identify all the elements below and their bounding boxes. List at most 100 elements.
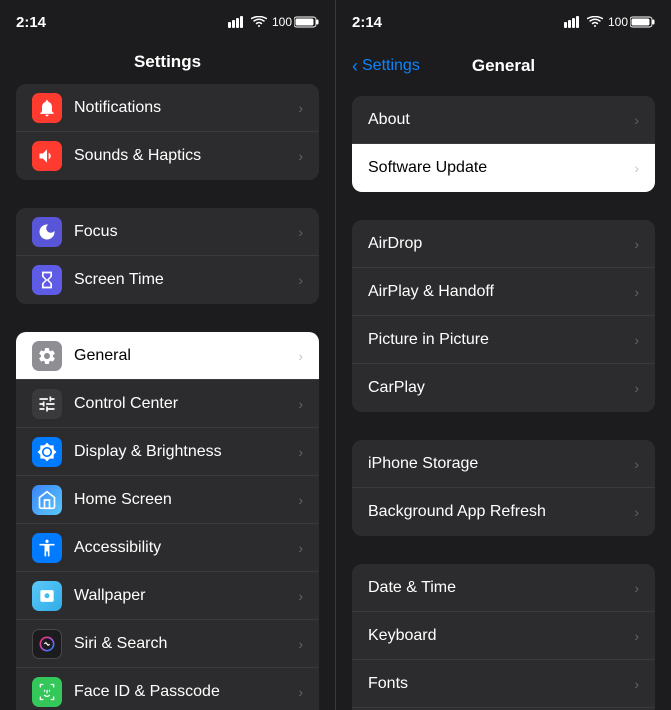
sidebar-item-notifications[interactable]: Notifications › (16, 84, 319, 132)
accessibility-icon (37, 538, 57, 558)
screen-time-chevron: › (298, 272, 303, 288)
right-item-carplay[interactable]: CarPlay › (352, 364, 655, 412)
right-settings-list: About › Software Update › AirDrop › AirP… (336, 88, 671, 710)
gear-icon (37, 346, 57, 366)
right-item-keyboard[interactable]: Keyboard › (352, 612, 655, 660)
accessibility-label: Accessibility (74, 539, 298, 557)
sounds-label: Sounds & Haptics (74, 147, 298, 165)
right-panel: 2:14 100 (335, 0, 671, 710)
siri-icon (37, 634, 57, 654)
screen-time-icon-wrap (32, 265, 62, 295)
wifi-icon (251, 16, 267, 28)
right-item-airdrop[interactable]: AirDrop › (352, 220, 655, 268)
right-item-airplay[interactable]: AirPlay & Handoff › (352, 268, 655, 316)
about-label: About (368, 111, 634, 129)
wallpaper-icon-wrap (32, 581, 62, 611)
wallpaper-chevron: › (298, 588, 303, 604)
sidebar-item-faceid[interactable]: Face ID & Passcode › (16, 668, 319, 710)
sound-icon (37, 146, 57, 166)
airdrop-label: AirDrop (368, 235, 634, 253)
pip-chevron: › (634, 332, 639, 348)
right-item-background-refresh[interactable]: Background App Refresh › (352, 488, 655, 536)
carplay-label: CarPlay (368, 379, 634, 397)
siri-label: Siri & Search (74, 635, 298, 653)
right-section-3: iPhone Storage › Background App Refresh … (352, 440, 655, 536)
left-status-bar: 2:14 100 (0, 0, 335, 44)
sidebar-item-screen-time[interactable]: Screen Time › (16, 256, 319, 304)
focus-icon-wrap (32, 217, 62, 247)
display-chevron: › (298, 444, 303, 460)
carplay-chevron: › (634, 380, 639, 396)
right-section-2: AirDrop › AirPlay & Handoff › Picture in… (352, 220, 655, 412)
faceid-icon-wrap (32, 677, 62, 707)
software-update-chevron: › (634, 160, 639, 176)
pip-label: Picture in Picture (368, 331, 634, 349)
sidebar-item-accessibility[interactable]: Accessibility › (16, 524, 319, 572)
battery-icon-left (294, 16, 319, 28)
notifications-label: Notifications (74, 99, 298, 117)
hourglass-icon (37, 270, 57, 290)
screen-time-label: Screen Time (74, 271, 298, 289)
right-section-1: About › Software Update › (352, 96, 655, 192)
fonts-chevron: › (634, 676, 639, 692)
right-item-pip[interactable]: Picture in Picture › (352, 316, 655, 364)
display-icon (37, 442, 57, 462)
right-item-iphone-storage[interactable]: iPhone Storage › (352, 440, 655, 488)
back-button[interactable]: ‹ Settings (352, 56, 420, 77)
home-icon (37, 490, 57, 510)
keyboard-chevron: › (634, 628, 639, 644)
left-status-icons: 100 (228, 15, 319, 29)
sidebar-item-siri[interactable]: Siri & Search › (16, 620, 319, 668)
home-screen-label: Home Screen (74, 491, 298, 509)
faceid-chevron: › (298, 684, 303, 700)
keyboard-label: Keyboard (368, 627, 634, 645)
sidebar-item-sounds[interactable]: Sounds & Haptics › (16, 132, 319, 180)
right-item-software-update[interactable]: Software Update › (352, 144, 655, 192)
right-wifi-icon (587, 16, 603, 28)
sidebar-item-home-screen[interactable]: Home Screen › (16, 476, 319, 524)
sidebar-item-general[interactable]: General › (16, 332, 319, 380)
settings-list: Notifications › Sounds & Haptics › Focus… (0, 84, 335, 710)
right-battery-percent: 100 (608, 15, 628, 29)
general-chevron: › (298, 348, 303, 364)
wallpaper-icon (37, 586, 57, 606)
sidebar-item-display[interactable]: Display & Brightness › (16, 428, 319, 476)
siri-chevron: › (298, 636, 303, 652)
right-signal-icon (564, 16, 582, 28)
right-nav-bar: ‹ Settings General (336, 44, 671, 88)
date-time-chevron: › (634, 580, 639, 596)
back-label: Settings (362, 57, 420, 75)
sidebar-item-focus[interactable]: Focus › (16, 208, 319, 256)
display-icon-wrap (32, 437, 62, 467)
focus-chevron: › (298, 224, 303, 240)
right-battery-indicator: 100 (608, 15, 655, 29)
iphone-storage-chevron: › (634, 456, 639, 472)
sidebar-item-control-center[interactable]: Control Center › (16, 380, 319, 428)
airplay-chevron: › (634, 284, 639, 300)
notifications-icon-wrap (32, 93, 62, 123)
sliders-icon (37, 394, 57, 414)
airplay-label: AirPlay & Handoff (368, 283, 634, 301)
section-1: Notifications › Sounds & Haptics › (16, 84, 319, 180)
display-label: Display & Brightness (74, 443, 298, 461)
signal-icon (228, 16, 246, 28)
faceid-icon (37, 682, 57, 702)
right-time: 2:14 (352, 14, 382, 31)
date-time-label: Date & Time (368, 579, 634, 597)
right-panel-title: General (472, 56, 535, 76)
control-center-icon-wrap (32, 389, 62, 419)
right-section-4: Date & Time › Keyboard › Fonts › Languag… (352, 564, 655, 710)
right-item-date-time[interactable]: Date & Time › (352, 564, 655, 612)
general-label: General (74, 347, 298, 365)
sidebar-item-wallpaper[interactable]: Wallpaper › (16, 572, 319, 620)
left-panel-title: Settings (0, 44, 335, 84)
siri-icon-wrap (32, 629, 62, 659)
sounds-chevron: › (298, 148, 303, 164)
right-item-about[interactable]: About › (352, 96, 655, 144)
section-3: General › Control Center › Display & Bri… (16, 332, 319, 710)
right-status-icons: 100 (564, 15, 655, 29)
right-item-fonts[interactable]: Fonts › (352, 660, 655, 708)
control-center-chevron: › (298, 396, 303, 412)
general-icon-wrap (32, 341, 62, 371)
back-chevron-icon: ‹ (352, 56, 358, 77)
